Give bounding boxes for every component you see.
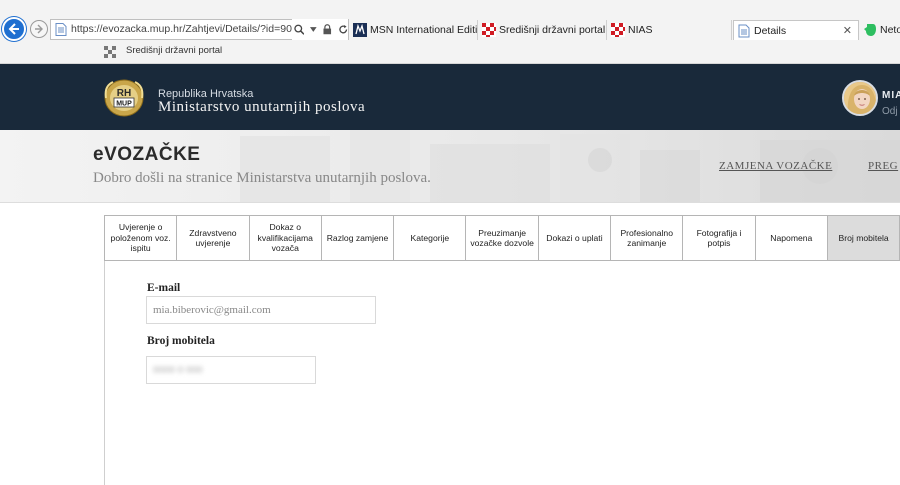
arrow-left-icon xyxy=(8,23,19,35)
favorites-bar: Središnji državni portal xyxy=(0,41,900,63)
user-department: Odj xyxy=(882,106,898,117)
tab-label: Details xyxy=(754,25,787,37)
lock-icon[interactable] xyxy=(323,24,332,35)
phone-value: 0000 0 000 xyxy=(153,364,203,376)
tab-nias[interactable]: NIAS xyxy=(608,20,732,40)
email-value: mia.biberovic@gmail.com xyxy=(153,304,271,316)
step-fotografija-i-potpis[interactable]: Fotografija i potpis xyxy=(683,216,756,260)
checkerboard-icon xyxy=(611,23,625,37)
welcome-message: Dobro došli na stranice Ministarstva unu… xyxy=(93,170,431,186)
msn-icon xyxy=(353,23,367,37)
nav-link-zamjena-vozacke[interactable]: ZAMJENA VOZAČKE xyxy=(719,160,832,172)
tab-details[interactable]: Details ✕ xyxy=(733,20,859,40)
form-panel: E-mail mia.biberovic@gmail.com Broj mobi… xyxy=(104,261,900,485)
email-field[interactable]: mia.biberovic@gmail.com xyxy=(146,296,376,324)
phone-field[interactable]: 0000 0 000 xyxy=(146,356,316,384)
step-razlog-zamjene[interactable]: Razlog zamjene xyxy=(321,216,395,260)
step-dokaz-o-kvalifikacijama[interactable]: Dokaz o kvalifikacijama vozača xyxy=(249,216,322,260)
crest-text-mup: MUP xyxy=(116,101,132,108)
tab-label: Netok xyxy=(880,24,900,36)
tab-netok[interactable]: Netok xyxy=(860,20,900,40)
dropdown-icon[interactable] xyxy=(310,27,318,32)
phone-label: Broj mobitela xyxy=(147,335,215,347)
page-icon xyxy=(738,24,750,38)
forward-button[interactable] xyxy=(30,20,48,38)
search-icon[interactable] xyxy=(294,24,305,35)
ministry-name: Ministarstvo unutarnjih poslova xyxy=(158,99,366,115)
tab-label: MSN International Edition -... xyxy=(370,24,478,36)
tab-msn[interactable]: MSN International Edition -... xyxy=(350,20,478,40)
step-dokazi-o-uplati[interactable]: Dokazi o uplati xyxy=(538,216,612,260)
browser-chrome: https://evozacka.mup.hr/Zahtjevi/Details… xyxy=(0,0,900,64)
step-profesionalno-zanimanje[interactable]: Profesionalno zanimanje xyxy=(611,216,684,260)
nav-link-pregled[interactable]: PREG xyxy=(868,160,898,172)
step-broj-mobitela[interactable]: Broj mobitela xyxy=(827,216,900,260)
email-label: E-mail xyxy=(147,282,181,294)
page-icon xyxy=(55,22,67,36)
back-button[interactable] xyxy=(2,17,26,41)
checkerboard-icon xyxy=(104,46,116,58)
step-zdravstveno-uvjerenje[interactable]: Zdravstveno uvjerenje xyxy=(177,216,250,260)
refresh-icon[interactable] xyxy=(338,24,348,35)
evernote-icon xyxy=(864,24,876,36)
wizard-steps: Uvjerenje o položenom voz. ispitu Zdravs… xyxy=(104,215,900,261)
user-avatar[interactable] xyxy=(842,80,878,116)
close-tab-icon[interactable]: ✕ xyxy=(843,21,852,40)
arrow-right-icon xyxy=(35,24,43,34)
crest-text-rh: RH xyxy=(117,88,131,99)
app-title: eVOZAČKE xyxy=(93,144,201,165)
address-controls xyxy=(292,19,348,40)
step-preuzimanje-dozvole[interactable]: Preuzimanje vozačke dozvole xyxy=(466,216,539,260)
tab-portal[interactable]: Središnji državni portal - V... xyxy=(479,20,607,40)
user-name: MIA xyxy=(882,90,900,101)
step-uvjerenje-o-ispitu[interactable]: Uvjerenje o položenom voz. ispitu xyxy=(105,216,178,260)
favorite-portal-link[interactable]: Središnji državni portal xyxy=(126,45,222,56)
tab-label: Središnji državni portal - V... xyxy=(499,24,606,36)
step-kategorije[interactable]: Kategorije xyxy=(394,216,467,260)
mup-crest-logo: RH MUP xyxy=(104,79,144,117)
step-napomena[interactable]: Napomena xyxy=(755,216,828,260)
checkerboard-icon xyxy=(482,23,496,37)
tab-label: NIAS xyxy=(628,24,653,36)
